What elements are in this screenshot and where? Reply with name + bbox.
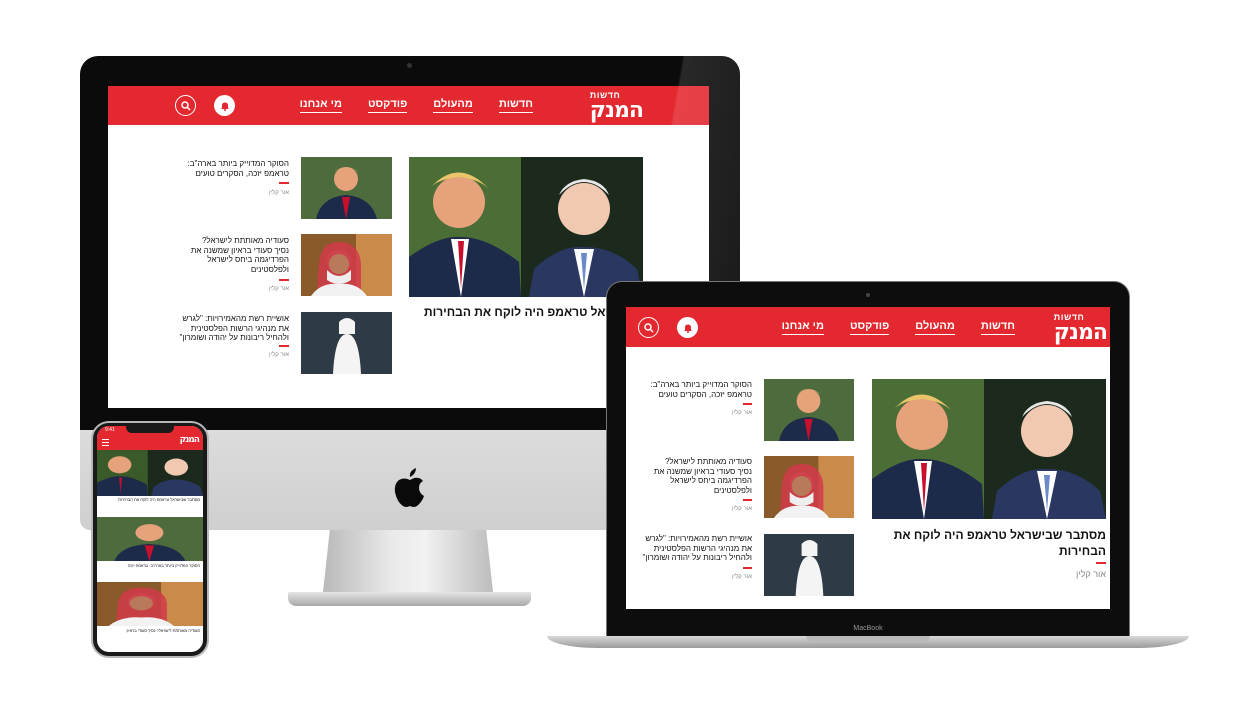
site-header: חדשות המנק חדשות מהעולם פודקסט מי אנחנו: [626, 307, 1110, 347]
nav-item-news[interactable]: חדשות: [498, 98, 533, 113]
phone-caption-3[interactable]: סעודיה מאותתת לישראל? נסיך סעודי בראיון: [100, 628, 200, 634]
side-article-author-3: אור קלין: [731, 574, 752, 580]
side-article-image-2[interactable]: [764, 456, 854, 518]
side-article-image-2[interactable]: [301, 234, 392, 296]
divider: [743, 499, 752, 501]
divider: [279, 279, 289, 281]
divider: [743, 567, 752, 569]
hamburger-icon[interactable]: [102, 439, 109, 446]
side-article-image-3[interactable]: [764, 534, 854, 596]
hero-image[interactable]: [872, 379, 1106, 519]
side-article-author-1: אור קלין: [731, 410, 752, 416]
divider: [1096, 562, 1106, 564]
side-article-title-2[interactable]: סעודיה מאותתת לישראל? נסיך סעודי בראיון …: [189, 236, 289, 274]
side-article-author-2: אור קלין: [268, 286, 289, 292]
site-logo[interactable]: המנק: [179, 435, 200, 445]
status-time: 9:41: [105, 427, 115, 433]
logo-big-text: המנק: [1053, 320, 1108, 345]
site-header: המנק: [97, 435, 203, 450]
nav-item-news[interactable]: חדשות: [980, 320, 1015, 335]
divider: [743, 403, 752, 405]
nav-item-about[interactable]: מי אנחנו: [781, 320, 824, 335]
side-article-image-1[interactable]: [764, 379, 854, 441]
logo-big-text: המנק: [179, 435, 200, 445]
side-article-title-2[interactable]: סעודיה מאותתת לישראל? נסיך סעודי בראיון …: [652, 457, 752, 495]
site-logo[interactable]: חדשות המנק: [1053, 313, 1108, 345]
phone-article-image-2[interactable]: [97, 517, 203, 561]
nav-item-world[interactable]: מהעולם: [915, 320, 955, 335]
divider: [279, 182, 289, 184]
iphone-screen: 9:41 המנק מסתבר שבישראל טראמפ היה לוקח א…: [97, 426, 203, 652]
nav-item-podcast[interactable]: פודקסט: [849, 320, 890, 335]
search-icon[interactable]: [638, 317, 659, 338]
nav-item-podcast[interactable]: פודקסט: [367, 98, 408, 113]
header-icons: [175, 95, 235, 116]
side-article-author-1: אור קלין: [268, 190, 289, 196]
imac-camera: [407, 63, 412, 68]
search-icon[interactable]: [175, 95, 196, 116]
macbook-notch: [806, 636, 930, 642]
macbook-label: MacBook: [853, 625, 883, 632]
hero-author: אור קלין: [1075, 569, 1106, 579]
bell-icon[interactable]: [214, 95, 235, 116]
side-article-author-3: אור קלין: [268, 352, 289, 358]
iphone-notch: [126, 425, 174, 433]
divider: [279, 345, 289, 347]
side-article-title-1[interactable]: הסוקר המדוייק ביותר בארה"ב: טראמפ יזכה, …: [632, 380, 752, 399]
phone-caption-1[interactable]: מסתבר שבישראל טראמפ היה לוקח את הבחירות: [100, 497, 200, 503]
side-article-image-3[interactable]: [301, 312, 392, 374]
macbook-camera: [866, 293, 870, 297]
main-nav: חדשות מהעולם פודקסט מי אנחנו: [299, 98, 533, 113]
hero-headline[interactable]: מסתבר שבישראל טראמפ היה לוקח את הבחירות: [872, 527, 1106, 559]
side-article-author-2: אור קלין: [731, 506, 752, 512]
phone-caption-2[interactable]: הסוקר המדוייק ביותר בארה"ב: טראמפ יזכה: [100, 563, 200, 569]
side-article-title-3[interactable]: אושיית רשת מהאמירויות: "לגרש את מנהיגי ה…: [179, 314, 289, 343]
side-article-title-1[interactable]: הסוקר המדוייק ביותר בארה"ב: טראמפ יזכה, …: [164, 159, 289, 178]
imac-stand-neck: [323, 530, 493, 592]
apple-logo-icon: [394, 468, 424, 507]
main-nav: חדשות מהעולם פודקסט מי אנחנו: [781, 320, 1015, 335]
device-mockup-stage: חדשות המנק חדשות מהעולם פודקסט מי אנחנו: [0, 0, 1260, 713]
nav-item-about[interactable]: מי אנחנו: [299, 98, 342, 113]
side-article-image-1[interactable]: [301, 157, 392, 219]
bell-icon[interactable]: [677, 317, 698, 338]
phone-article-image-3[interactable]: [97, 582, 203, 626]
header-icons: [638, 317, 698, 338]
nav-item-world[interactable]: מהעולם: [433, 98, 473, 113]
side-article-title-3[interactable]: אושיית רשת מהאמירויות: "לגרש את מנהיגי ה…: [642, 534, 752, 563]
imac-stand-foot: [288, 592, 531, 606]
phone-hero-image[interactable]: [97, 450, 203, 496]
macbook-screen: חדשות המנק חדשות מהעולם פודקסט מי אנחנו: [626, 307, 1110, 609]
